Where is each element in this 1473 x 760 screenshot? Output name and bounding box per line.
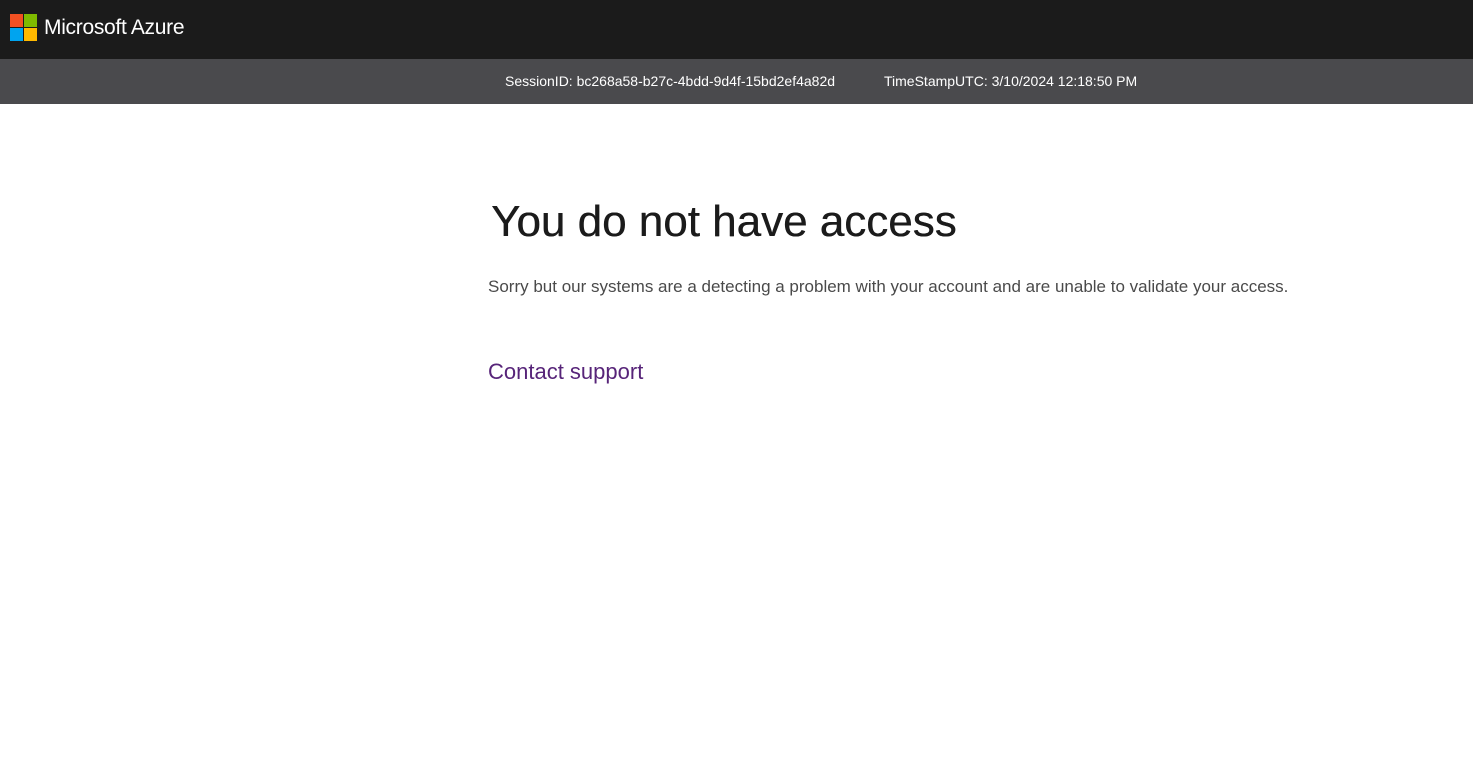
microsoft-azure-home-link[interactable]: Microsoft Azure [10, 14, 185, 41]
contact-support-link[interactable]: Contact support [488, 358, 643, 386]
brand-name: Microsoft Azure [44, 16, 185, 39]
microsoft-logo-icon [10, 14, 37, 41]
top-navigation-bar: Microsoft Azure [0, 0, 1473, 59]
timestamp-text: TimeStampUTC: 3/10/2024 12:18:50 PM [884, 73, 1138, 89]
session-id-text: SessionID: bc268a58-b27c-4bdd-9d4f-15bd2… [505, 73, 836, 89]
error-content: You do not have access Sorry but our sys… [488, 195, 1388, 386]
error-message: Sorry but our systems are a detecting a … [488, 277, 1289, 296]
page-title: You do not have access [491, 197, 957, 246]
session-info-bar: SessionID: bc268a58-b27c-4bdd-9d4f-15bd2… [0, 59, 1473, 104]
